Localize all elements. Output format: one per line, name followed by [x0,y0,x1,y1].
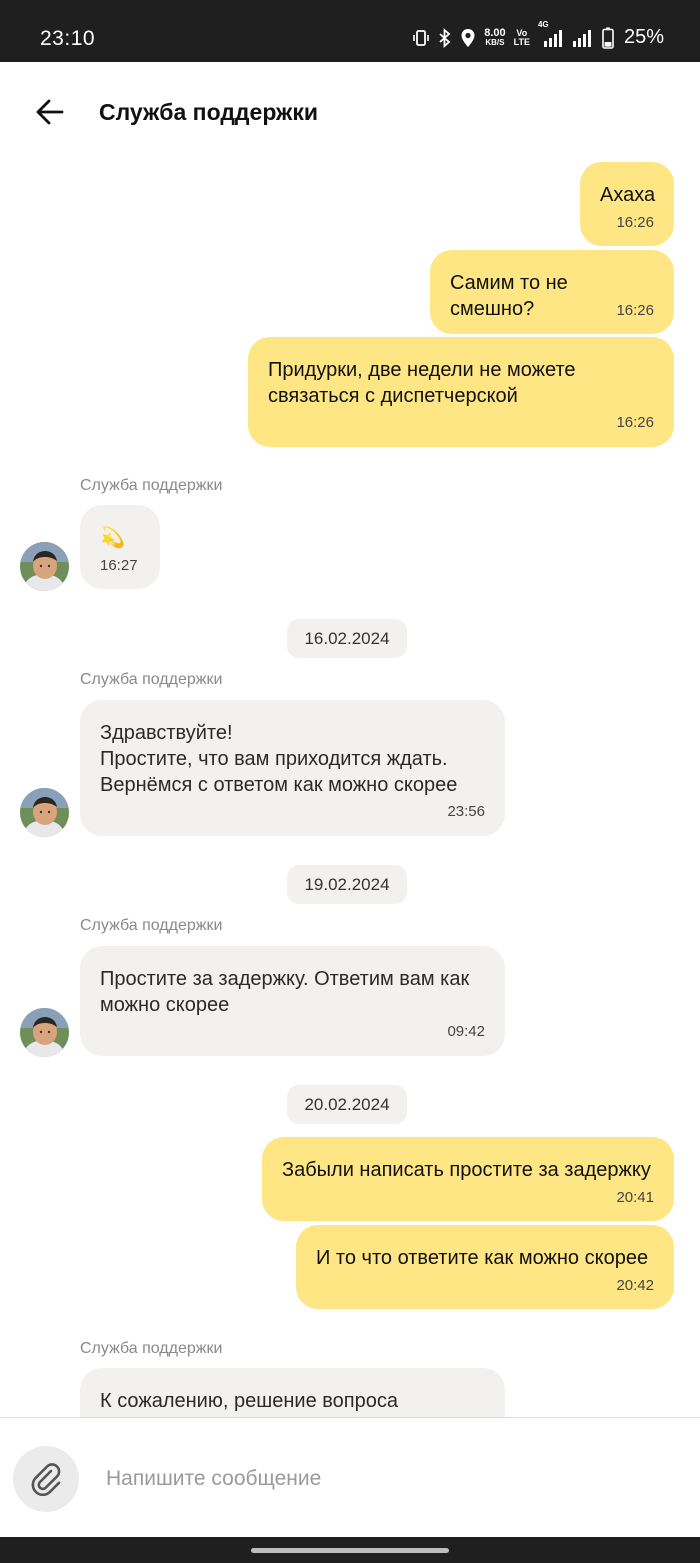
paperclip-icon [31,1463,61,1496]
incoming-message[interactable]: Здравствуйте! Простите, что вам приходит… [80,700,505,836]
net-speed: 8.00 KB/S [484,26,506,48]
message-text: Ахаха [600,184,656,206]
outgoing-message[interactable]: Забыли написать простите за задержку 20:… [262,1137,674,1221]
sender-name: Служба поддержки [80,917,223,934]
network-type: 4G [537,19,549,29]
incoming-message[interactable]: 💫 16:27 [80,505,160,589]
message-text: Придурки, две недели не можете связаться… [268,359,576,407]
avatar [20,1008,69,1057]
message-text: Здравствуйте! Простите, что вам приходит… [100,722,458,796]
arrow-left-icon [36,99,64,125]
back-button[interactable] [34,96,66,128]
signal-icon [572,28,594,48]
sender-name: Служба поддержки [80,671,223,688]
incoming-message[interactable]: К сожалению, решение вопроса [80,1368,505,1417]
message-time: 16:26 [616,214,654,231]
date-separator: 16.02.2024 [287,619,407,658]
sender-name: Служба поддержки [80,477,223,494]
avatar [20,542,69,591]
status-time: 23:10 [40,27,96,50]
message-input[interactable] [104,1458,668,1500]
volte-indicator: Vo LTE [513,28,530,47]
navigation-bar [0,1537,700,1563]
outgoing-message[interactable]: Ахаха 16:26 [580,162,674,246]
message-composer [0,1417,700,1538]
message-text: Забыли написать простите за задержку [282,1159,651,1181]
outgoing-message[interactable]: И то что ответите как можно скорее 20:42 [296,1225,674,1309]
message-list[interactable]: Ахаха 16:26 Самим то не смешно? 16:26 Пр… [0,162,700,1417]
home-gesture-handle[interactable] [251,1548,449,1553]
message-emoji: 💫 [100,527,125,549]
message-text: И то что ответите как можно скорее [316,1247,649,1269]
outgoing-message[interactable]: Придурки, две недели не можете связаться… [248,337,674,447]
status-bar: 23:10 8.00 KB/S Vo LTE 4G 25% [0,0,700,62]
signal-4g-icon: 4G [538,20,564,48]
message-text: К сожалению, решение вопроса [100,1390,398,1412]
battery-icon [602,27,614,49]
message-time: 23:56 [447,803,485,820]
outgoing-message[interactable]: Самим то не смешно? 16:26 [430,250,674,334]
volte-bottom: LTE [513,36,530,47]
attach-button[interactable] [13,1446,79,1512]
date-separator: 19.02.2024 [287,865,407,904]
vibrate-icon [412,29,430,47]
location-icon [460,28,476,48]
chat-header: Служба поддержки [0,62,700,162]
incoming-message[interactable]: Простите за задержку. Ответим вам как мо… [80,946,505,1056]
net-speed-value: 8.00 [484,26,506,39]
date-separator: 20.02.2024 [287,1085,407,1124]
bluetooth-icon [438,27,452,48]
page-title: Служба поддержки [99,99,319,125]
message-text: Простите за задержку. Ответим вам как мо… [100,968,470,1016]
message-time: 16:26 [616,414,654,431]
battery-percent: 25% [623,26,664,48]
message-time: 16:27 [100,557,138,574]
message-time: 09:42 [447,1023,485,1040]
message-time: 20:42 [616,1277,654,1294]
status-icons: 8.00 KB/S Vo LTE 4G 25% [412,20,664,49]
sender-name: Служба поддержки [80,1340,223,1357]
message-time: 20:41 [616,1189,654,1206]
net-speed-unit: KB/S [485,37,505,47]
message-time: 16:26 [616,302,654,319]
avatar [20,788,69,837]
